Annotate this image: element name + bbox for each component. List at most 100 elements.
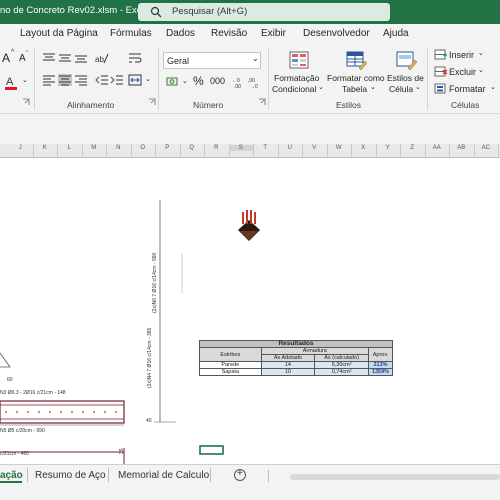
increase-decimal-icon[interactable]: ←0 ,00 <box>232 76 246 88</box>
align-right-icon[interactable] <box>74 74 88 86</box>
active-tab-underline <box>0 481 22 483</box>
chevron-down-icon: ⌄ <box>252 54 259 63</box>
header-estribos: Estribos <box>199 347 262 362</box>
number-dialog-launcher-icon[interactable] <box>258 98 266 106</box>
side-35: 35 <box>119 448 125 454</box>
alignment-dialog-launcher-icon[interactable] <box>148 98 156 106</box>
column-header[interactable]: U <box>278 145 303 151</box>
column-header[interactable]: M <box>82 145 107 151</box>
conditional-formatting-label-1[interactable]: Formatação <box>274 73 319 84</box>
column-header[interactable]: AA <box>425 145 450 151</box>
format-cells-icon[interactable] <box>434 83 448 95</box>
rebar-label-3: c/21cm - 460 <box>0 451 29 457</box>
drawing-layer <box>0 200 260 464</box>
column-header[interactable]: AC <box>474 145 499 151</box>
add-sheet-button[interactable]: + <box>234 468 246 481</box>
column-header[interactable]: P <box>155 145 180 151</box>
rebar-label-2: N5 Ø5 c/20cm - 990 <box>0 428 45 434</box>
align-top-icon[interactable] <box>42 52 56 64</box>
column-header[interactable]: N <box>106 145 131 151</box>
file-title: no de Concreto Rev02.xlsm - Excel <box>0 5 149 16</box>
column-header[interactable]: Y <box>376 145 401 151</box>
column-header[interactable]: L <box>57 145 82 151</box>
horizontal-scrollbar[interactable] <box>290 474 500 480</box>
svg-text:,00: ,00 <box>234 84 241 88</box>
cell-styles-label-2[interactable]: Célula <box>389 84 413 95</box>
tab-page-layout[interactable]: Layout da Página <box>20 28 98 39</box>
format-as-table-label-2[interactable]: Tabela <box>342 84 367 95</box>
column-header[interactable]: S <box>228 145 253 151</box>
status-bar <box>0 486 500 500</box>
row-calculado: 0,74cm² <box>314 368 370 376</box>
wall-edge-line <box>0 352 11 368</box>
vertical-label-1: (2x)N4 7 Ø16 c/14cm - 385 <box>147 327 153 388</box>
column-header[interactable]: AB <box>449 145 474 151</box>
tab-data[interactable]: Dados <box>166 28 195 39</box>
search-box[interactable]: Pesquisar (Alt+G) <box>138 3 390 21</box>
tab-formulas[interactable]: Fórmulas <box>110 28 152 39</box>
increase-indent-icon[interactable] <box>110 74 124 86</box>
header-aprov: Aprov. <box>368 347 393 362</box>
delete-cells-icon[interactable] <box>434 66 448 78</box>
plus-icon: + <box>237 468 243 479</box>
cell-styles-icon[interactable] <box>395 50 417 70</box>
column-header[interactable]: R <box>204 145 229 151</box>
format-button[interactable]: Formatar <box>449 84 486 94</box>
align-bottom-icon[interactable] <box>74 52 88 64</box>
column-header[interactable]: T <box>253 145 278 151</box>
number-format-dropdown[interactable]: Geral ⌄ <box>163 52 261 69</box>
column-header[interactable]: O <box>131 145 156 151</box>
sheet-tab-resumo-aco[interactable]: Resumo de Aço <box>35 470 106 481</box>
format-as-table-label-1[interactable]: Formatar como <box>327 73 385 84</box>
tab-help[interactable]: Ajuda <box>383 28 409 39</box>
row-name: Parede <box>199 361 262 369</box>
column-header[interactable]: J <box>8 145 33 151</box>
group-number-label: Número <box>193 100 224 110</box>
sheet-tab-memorial[interactable]: Memorial de Calculo <box>118 470 209 481</box>
insert-button[interactable]: Inserir <box>449 50 474 60</box>
merge-center-icon[interactable] <box>128 74 142 86</box>
tab-developer[interactable]: Desenvolvedor <box>303 28 370 39</box>
delete-button[interactable]: Excluir <box>449 67 476 77</box>
decrease-indent-icon[interactable] <box>95 74 109 86</box>
column-header[interactable]: W <box>327 145 352 151</box>
group-styles-label: Estilos <box>336 100 362 110</box>
column-divider[interactable] <box>498 144 499 158</box>
table-row: Sapata 10 0,74cm² 1359% <box>199 368 393 376</box>
sheet-tab-active[interactable]: ação <box>0 470 23 481</box>
excel-window: no de Concreto Rev02.xlsm - Excel Pesqui… <box>0 0 500 500</box>
tab-view[interactable]: Exibir <box>261 28 286 39</box>
thousands-button[interactable]: 000 <box>210 76 225 86</box>
align-center-icon[interactable] <box>58 74 72 86</box>
format-as-table-icon[interactable] <box>345 50 367 70</box>
column-header[interactable]: Z <box>400 145 425 151</box>
conditional-formatting-label-2[interactable]: Condicional <box>272 84 316 95</box>
currency-icon[interactable] <box>166 76 180 88</box>
wrap-text-icon[interactable] <box>128 52 142 64</box>
align-left-icon[interactable] <box>42 74 56 86</box>
font-dialog-launcher-icon[interactable] <box>22 98 30 106</box>
decrease-decimal-icon[interactable]: ,00 →0 <box>248 76 262 88</box>
tab-review[interactable]: Revisão <box>211 28 247 39</box>
column-header[interactable]: V <box>302 145 327 151</box>
row-aprov: 1359% <box>368 368 393 376</box>
insert-cells-icon[interactable] <box>434 49 448 61</box>
increase-font-button[interactable]: A <box>2 51 10 65</box>
column-header[interactable]: X <box>351 145 376 151</box>
svg-text:A: A <box>6 76 14 88</box>
worksheet-grid[interactable]: 60 N3 Ø6.3 - 2Ø16 c/21cm - 148 N5 Ø5 c/2… <box>0 158 500 464</box>
orientation-icon[interactable]: ab <box>95 52 109 64</box>
column-header[interactable]: Q <box>180 145 205 151</box>
header-adotado: As Adotado <box>260 354 316 362</box>
search-icon <box>150 6 162 18</box>
results-table: Resultados Estribos Armadura Aprov. As A… <box>199 340 393 376</box>
font-color-icon[interactable]: A <box>4 74 20 90</box>
conditional-formatting-icon[interactable] <box>288 50 310 70</box>
column-header[interactable]: K <box>33 145 58 151</box>
search-placeholder: Pesquisar (Alt+G) <box>172 6 248 17</box>
decrease-font-button[interactable]: A <box>19 53 26 64</box>
align-middle-icon[interactable] <box>58 52 72 64</box>
percent-button[interactable]: % <box>193 74 204 88</box>
ribbon: A ^ A ˇ A ⌄ ab ⌄ Alinhamento Geral ⌄ ⌄ %… <box>0 44 500 114</box>
dim-60: 60 <box>7 377 13 383</box>
